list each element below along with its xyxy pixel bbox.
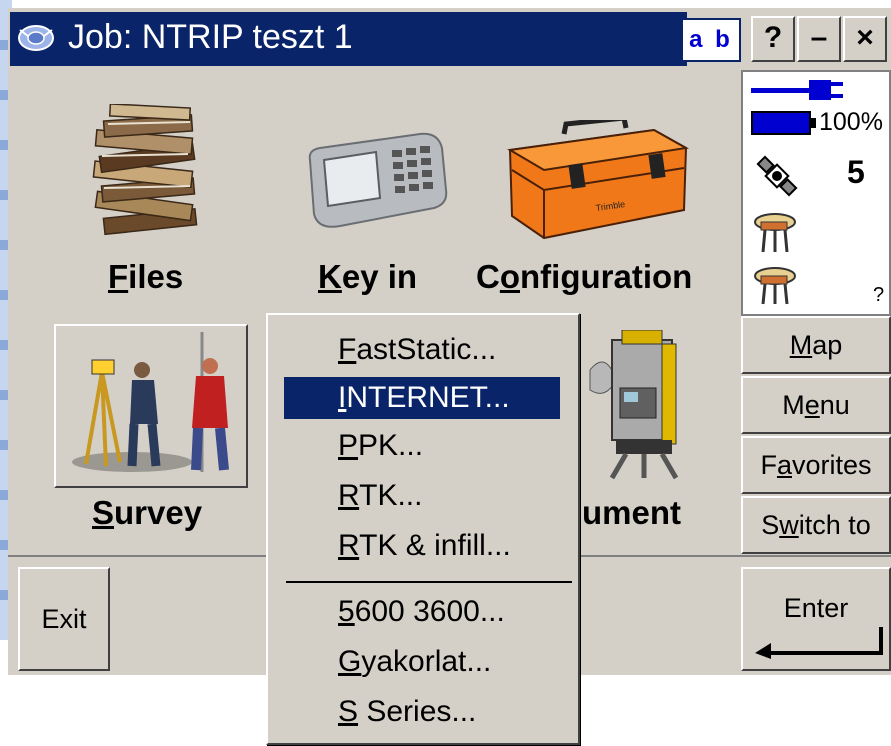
switch-to-button[interactable]: Switch to xyxy=(741,496,891,554)
menu-item-5600-3600[interactable]: 5600 3600... xyxy=(284,591,560,633)
window-title: Job: NTRIP teszt 1 xyxy=(68,18,353,56)
enter-arrow-icon xyxy=(755,627,883,659)
files-stack-icon[interactable] xyxy=(86,104,208,238)
exit-button[interactable]: Exit xyxy=(18,567,110,671)
enter-label: Enter xyxy=(783,593,849,623)
menu-button[interactable]: Menu xyxy=(741,376,891,434)
surveyors-icon xyxy=(72,332,229,472)
menu-item-rtk-infill[interactable]: RTK & infill... xyxy=(284,525,560,567)
survey-label[interactable]: Survey xyxy=(92,494,202,532)
battery-icon[interactable] xyxy=(751,110,817,136)
receiver-icon[interactable] xyxy=(753,212,797,254)
input-mode-indicator[interactable]: a b xyxy=(681,18,741,62)
files-label[interactable]: Files xyxy=(108,258,183,296)
toolbox-icon[interactable]: Trimble xyxy=(504,120,690,246)
favorites-button[interactable]: Favorites xyxy=(741,436,891,494)
title-bar: Job: NTRIP teszt 1 xyxy=(10,12,687,66)
battery-percent: 100% xyxy=(819,108,883,136)
menu-item-internet[interactable]: INTERNET... xyxy=(284,377,560,419)
enter-button[interactable]: Enter xyxy=(741,567,891,671)
receiver-icon-2[interactable] xyxy=(753,266,797,306)
survey-style-popup-menu: FastStatic... INTERNET... PPK... RTK... … xyxy=(266,313,580,745)
configuration-label[interactable]: Configuration xyxy=(476,258,692,296)
minimize-button[interactable]: – xyxy=(797,16,841,62)
instrument-label[interactable]: ument xyxy=(582,494,681,532)
map-button[interactable]: Map xyxy=(741,316,891,374)
menu-item-ppk[interactable]: PPK... xyxy=(284,425,560,467)
keyin-label[interactable]: Key in xyxy=(318,258,417,296)
power-plug-icon[interactable] xyxy=(751,78,843,102)
keypad-controller-icon[interactable] xyxy=(300,130,450,230)
satellite-count: 5 xyxy=(847,154,865,190)
right-panel: 100% 5 ? Map Menu Favorites Switch to xyxy=(741,70,891,555)
menu-separator xyxy=(286,581,572,583)
receiver-status: ? xyxy=(873,284,885,306)
menu-item-rtk[interactable]: RTK... xyxy=(284,475,560,517)
app-logo-icon[interactable] xyxy=(16,20,56,56)
menu-item-s-series[interactable]: S Series... xyxy=(284,691,560,733)
status-area: 100% 5 ? xyxy=(741,70,891,316)
close-button[interactable]: × xyxy=(843,16,887,62)
menu-item-gyakorlat[interactable]: Gyakorlat... xyxy=(284,641,560,683)
menu-item-faststatic[interactable]: FastStatic... xyxy=(284,329,560,371)
help-button[interactable]: ? xyxy=(751,16,795,62)
survey-button[interactable] xyxy=(54,324,248,488)
total-station-icon[interactable] xyxy=(586,330,696,480)
satellite-icon[interactable] xyxy=(753,152,801,200)
input-mode-label: a b xyxy=(689,26,733,53)
